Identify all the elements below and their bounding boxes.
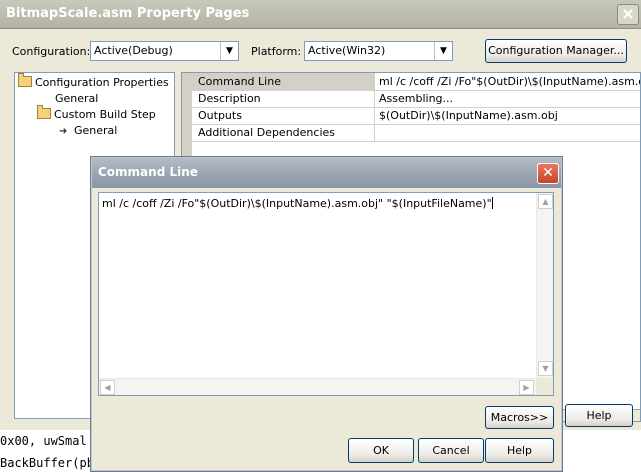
platform-label: Platform: [251,45,302,58]
property-name: Description [192,90,375,107]
property-value[interactable]: ml /c /coff /Zi /Fo"$(OutDir)\$(InputNam… [377,73,640,90]
horizontal-scrollbar[interactable]: ◀ ▶ [99,378,536,395]
scroll-up-button[interactable]: ▲ [538,194,553,209]
platform-combo[interactable]: Active(Win32) ▼ [304,41,453,61]
cancel-button[interactable]: Cancel [418,438,484,463]
platform-dropdown-button[interactable]: ▼ [434,42,452,60]
dialog-help-button[interactable]: Help [485,438,554,463]
tree-item-label: Custom Build Step [54,108,156,121]
property-name: Additional Dependencies [192,124,375,141]
chevron-up-icon: ▲ [542,197,549,206]
configuration-dropdown-button[interactable]: ▼ [220,42,238,60]
configuration-combo[interactable]: Active(Debug) ▼ [90,41,239,61]
tree-item-label: General [74,124,118,137]
macros-button[interactable]: Macros>> [485,406,554,429]
code-line: BackBuffer(pb [0,456,94,470]
platform-value: Active(Win32) [308,44,386,57]
property-value[interactable]: $(OutDir)\$(InputName).asm.obj [377,107,640,124]
arrow-right-icon: ➜ [59,126,68,137]
property-pages-titlebar[interactable]: BitmapScale.asm Property Pages [0,0,641,29]
tree-item-custom-build-general[interactable]: ➜ General [59,123,117,139]
scroll-right-button[interactable]: ▶ [519,380,534,395]
property-name: Outputs [192,107,375,124]
chevron-left-icon: ◀ [104,383,111,392]
command-line-dialog: Command Line ✕ ml /c /coff /Zi /Fo"$(Out… [90,156,563,472]
chevron-down-icon: ▼ [226,46,233,56]
folder-open-icon [18,73,32,87]
scroll-left-button[interactable]: ◀ [100,380,115,395]
ok-button[interactable]: OK [348,438,414,463]
property-value[interactable]: Assembling... [377,90,640,107]
chevron-down-icon: ▼ [440,46,447,56]
folder-open-icon [37,105,51,119]
property-row-command-line[interactable]: Command Line ml /c /coff /Zi /Fo"$(OutDi… [192,73,640,91]
code-line: 0x00, uwSmal [0,434,87,448]
command-line-text: ml /c /coff /Zi /Fo"$(OutDir)\$(InputNam… [102,197,492,210]
tree-item-label: General [55,92,99,105]
main-help-button[interactable]: Help [565,404,633,427]
tree-item-general[interactable]: General [55,91,98,107]
window-title: BitmapScale.asm Property Pages [6,6,250,21]
dialog-title: Command Line [98,165,198,179]
configuration-manager-button[interactable]: Configuration Manager... [485,39,627,63]
command-line-textarea[interactable]: ml /c /coff /Zi /Fo"$(OutDir)\$(InputNam… [98,192,554,396]
command-line-text-wrap: ml /c /coff /Zi /Fo"$(OutDir)\$(InputNam… [102,197,493,210]
close-icon: ✕ [542,165,554,181]
tree-item-label: Configuration Properties [35,76,169,89]
dialog-close-button[interactable]: ✕ [537,163,559,184]
tree-item-configuration-properties[interactable]: Configuration Properties [18,73,169,91]
property-row-description[interactable]: Description Assembling... [192,90,640,108]
scroll-down-button[interactable]: ▼ [538,361,553,376]
vertical-scrollbar[interactable]: ▲ ▼ [536,193,553,378]
close-icon [623,9,633,19]
configuration-label: Configuration: [12,45,91,58]
scroll-corner [536,378,553,395]
window-close-button[interactable] [617,4,639,25]
property-value[interactable] [377,124,640,141]
property-row-additional-dependencies[interactable]: Additional Dependencies [192,124,640,142]
tree-item-custom-build-step[interactable]: Custom Build Step [37,105,156,123]
chevron-right-icon: ▶ [523,383,530,392]
chevron-down-icon: ▼ [542,364,549,373]
configuration-value: Active(Debug) [94,44,173,57]
command-line-titlebar[interactable]: Command Line ✕ [92,158,561,188]
text-caret [491,197,493,209]
property-name: Command Line [192,73,375,90]
property-row-outputs[interactable]: Outputs $(OutDir)\$(InputName).asm.obj [192,107,640,125]
